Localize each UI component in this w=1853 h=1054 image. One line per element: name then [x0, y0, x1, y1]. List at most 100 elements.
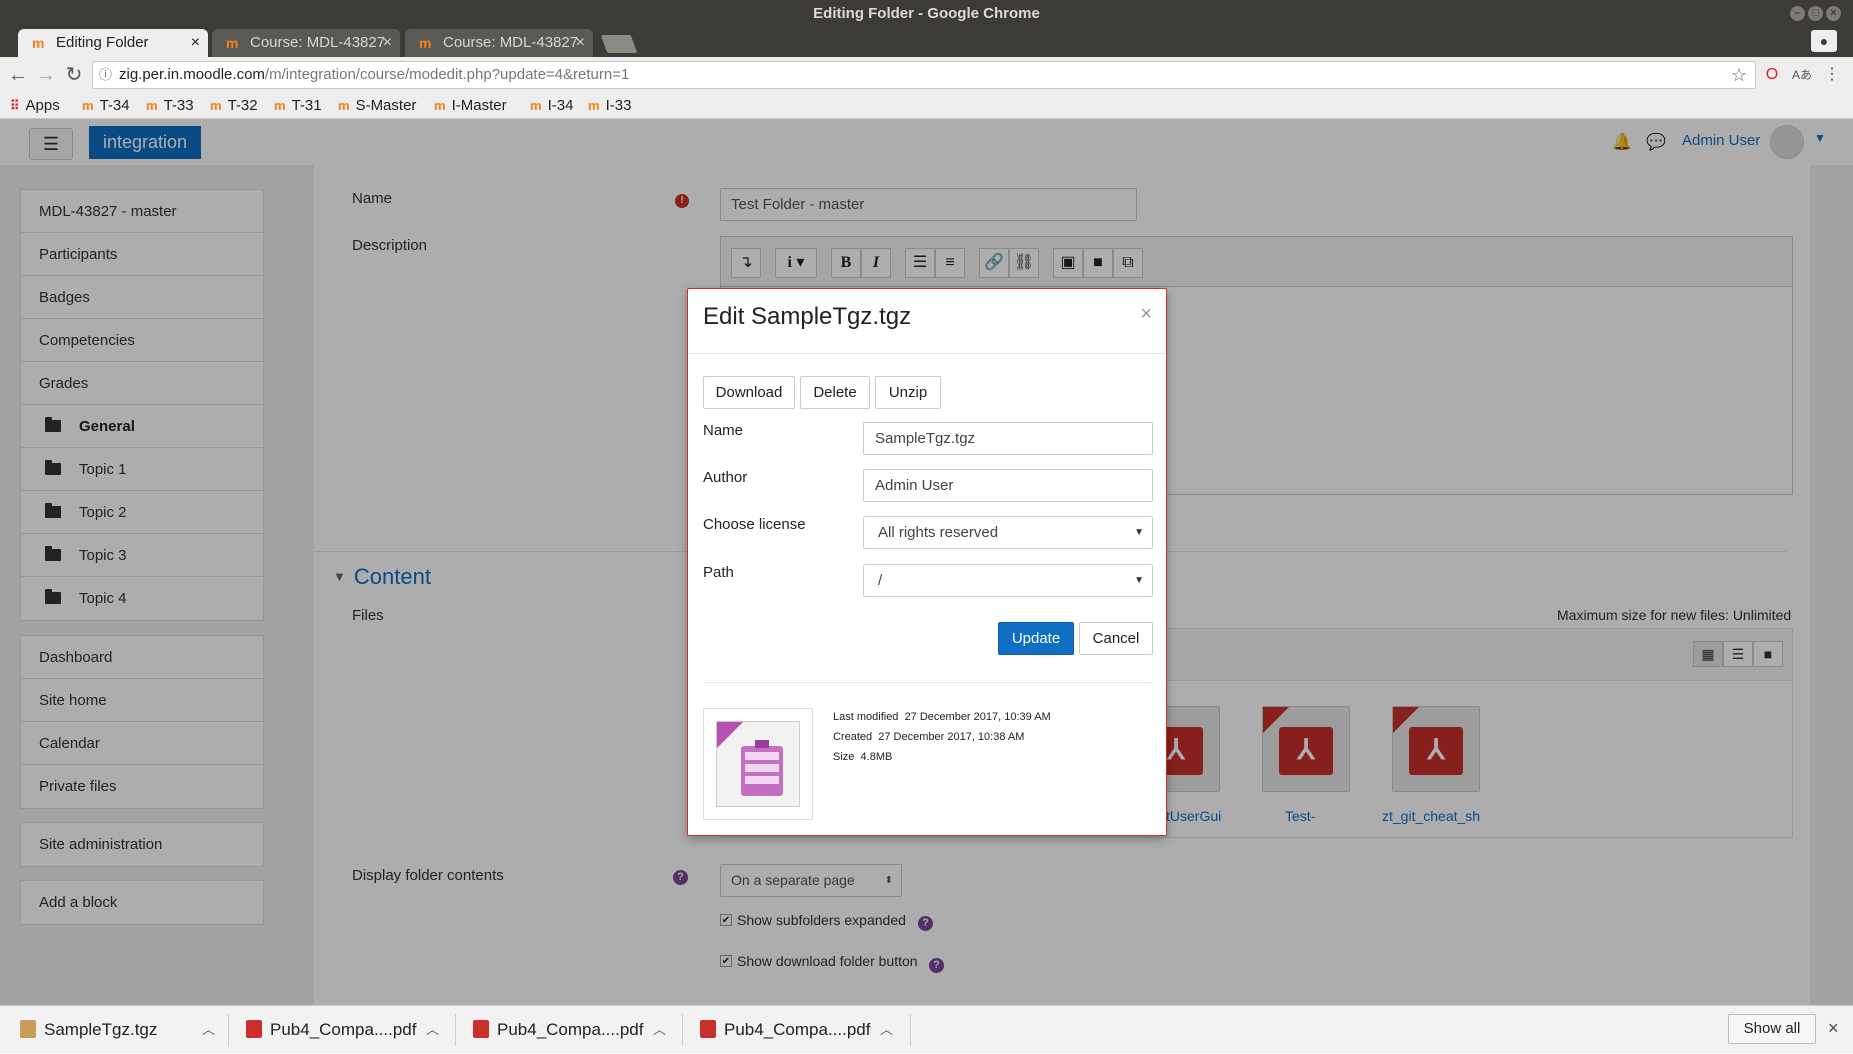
download-shelf: SampleTgz.tgz ︿ Pub4_Compa....pdf ︿ Pub4_C…: [0, 1005, 1853, 1053]
chevron-up-icon[interactable]: ︿: [202, 1006, 215, 1054]
download-separator: [682, 1014, 683, 1046]
author-input[interactable]: Admin User: [863, 469, 1153, 502]
bookmark-t34[interactable]: m T-34: [82, 95, 130, 117]
author-label: Author: [703, 469, 748, 486]
meta-value: 27 December 2017, 10:39 AM: [904, 711, 1051, 723]
select-value: All rights reserved: [878, 524, 999, 541]
license-select[interactable]: All rights reserved ▼: [863, 516, 1153, 549]
update-button[interactable]: Update: [998, 622, 1074, 655]
close-tab-icon[interactable]: ×: [191, 29, 200, 57]
chevron-up-icon[interactable]: ︿: [426, 1006, 439, 1054]
download-separator: [455, 1014, 456, 1046]
address-bar[interactable]: ⓘ zig.per.in.moodle.com/m/integration/co…: [92, 61, 1756, 89]
created-row: Created 27 December 2017, 10:38 AM: [833, 731, 1024, 743]
bookmark-label: Apps: [25, 97, 60, 114]
tab-course-2[interactable]: m Course: MDL-43827 ×: [405, 29, 593, 57]
download-item[interactable]: SampleTgz.tgz ︿: [20, 1006, 220, 1054]
bookmark-t32[interactable]: m T-32: [210, 95, 258, 117]
download-separator: [910, 1014, 911, 1046]
path-label: Path: [703, 564, 734, 581]
file-name-label: Name: [703, 422, 744, 439]
pdf-file-icon: [700, 1020, 716, 1038]
chevron-up-icon[interactable]: ︿: [880, 1006, 893, 1054]
forward-icon[interactable]: →: [34, 63, 58, 87]
tab-editing-folder[interactable]: m Editing Folder ×: [18, 29, 208, 57]
meta-label: Last modified: [833, 711, 899, 723]
profile-icon[interactable]: ●: [1811, 30, 1837, 52]
bookmark-t31[interactable]: m T-31: [274, 95, 322, 117]
path-select[interactable]: / ▼: [863, 564, 1153, 597]
download-button[interactable]: Download: [703, 376, 795, 409]
moodle-favicon-icon: m: [146, 98, 158, 113]
moodle-favicon-icon: m: [210, 98, 222, 113]
close-icon[interactable]: ×: [1140, 303, 1152, 326]
meta-label: Size: [833, 751, 855, 763]
close-window-icon[interactable]: ×: [1826, 6, 1841, 21]
moodle-favicon-icon: m: [588, 98, 600, 113]
moodle-favicon-icon: m: [274, 98, 286, 113]
reload-icon[interactable]: ↻: [62, 63, 86, 87]
dropdown-arrow-icon: ▼: [1134, 575, 1144, 586]
bookmark-label: I-34: [547, 97, 574, 114]
download-item[interactable]: Pub4_Compa....pdf ︿: [246, 1006, 446, 1054]
bookmark-label: I-Master: [451, 97, 507, 114]
tab-strip: m Editing Folder × m Course: MDL-43827 ×…: [0, 27, 1853, 57]
tab-course-1[interactable]: m Course: MDL-43827 ×: [212, 29, 400, 57]
show-all-downloads-button[interactable]: Show all: [1728, 1014, 1816, 1044]
download-name: Pub4_Compa....pdf: [497, 1020, 644, 1039]
dialog-divider: [688, 353, 1166, 354]
chrome-menu-icon[interactable]: ⋮: [1820, 63, 1844, 87]
size-row: Size 4.8MB: [833, 751, 892, 763]
maximize-icon[interactable]: □: [1808, 6, 1823, 21]
bookmark-i34[interactable]: m I-34: [530, 95, 573, 117]
bookmark-s-master[interactable]: m S-Master: [338, 95, 416, 117]
meta-value: 27 December 2017, 10:38 AM: [878, 731, 1025, 743]
bookmark-apps[interactable]: ⠿ Apps: [10, 95, 60, 117]
new-tab-button[interactable]: [600, 35, 638, 53]
opera-extension-icon[interactable]: O: [1760, 63, 1784, 87]
file-thumbnail: [703, 708, 813, 820]
archive-file-icon: [20, 1020, 36, 1038]
last-modified-row: Last modified 27 December 2017, 10:39 AM: [833, 711, 1051, 723]
bookmarks-bar: ⠿ Apps m T-34 m T-33 m T-32 m T-31 m S-Master …: [0, 93, 1853, 119]
download-item[interactable]: Pub4_Compa....pdf ︿: [473, 1006, 673, 1054]
bookmark-label: T-33: [163, 97, 194, 114]
delete-button[interactable]: Delete: [800, 376, 870, 409]
dialog-divider: [703, 682, 1153, 683]
window-titlebar: Editing Folder - Google Chrome – □ ×: [0, 0, 1853, 27]
translate-extension-icon[interactable]: Aあ: [1790, 63, 1814, 87]
chevron-up-icon[interactable]: ︿: [653, 1006, 666, 1054]
archive-icon: [716, 721, 800, 807]
site-info-icon[interactable]: ⓘ: [99, 62, 112, 88]
tab-label: Course: MDL-43827: [250, 34, 386, 51]
bookmark-label: S-Master: [355, 97, 417, 114]
file-name-input[interactable]: SampleTgz.tgz: [863, 422, 1153, 455]
close-shelf-icon[interactable]: ×: [1828, 1018, 1839, 1039]
bookmark-label: T-32: [227, 97, 258, 114]
back-icon[interactable]: ←: [6, 63, 30, 87]
pdf-file-icon: [246, 1020, 262, 1038]
license-label: Choose license: [703, 516, 806, 533]
moodle-favicon-icon: m: [530, 98, 542, 113]
download-separator: [228, 1014, 229, 1046]
moodle-favicon-icon: m: [434, 98, 446, 113]
unzip-button[interactable]: Unzip: [875, 376, 941, 409]
edit-file-dialog: Edit SampleTgz.tgz × Download Delete Unz…: [687, 288, 1167, 836]
bookmark-star-icon[interactable]: ☆: [1731, 62, 1747, 88]
minimize-icon[interactable]: –: [1790, 6, 1805, 21]
download-item[interactable]: Pub4_Compa....pdf ︿: [700, 1006, 900, 1054]
meta-label: Created: [833, 731, 873, 743]
cancel-button[interactable]: Cancel: [1079, 622, 1153, 655]
apps-grid-icon: ⠿: [10, 98, 20, 113]
bookmark-label: T-34: [99, 97, 130, 114]
bookmark-i-master[interactable]: m I-Master: [434, 95, 507, 117]
tab-label: Course: MDL-43827: [443, 34, 579, 51]
bookmark-i33[interactable]: m I-33: [588, 95, 631, 117]
pdf-file-icon: [473, 1020, 489, 1038]
download-name: SampleTgz.tgz: [44, 1020, 158, 1039]
close-tab-icon[interactable]: ×: [576, 29, 585, 57]
browser-toolbar: ← → ↻ ⓘ zig.per.in.moodle.com/m/integrat…: [0, 57, 1853, 93]
bookmark-t33[interactable]: m T-33: [146, 95, 194, 117]
download-name: Pub4_Compa....pdf: [270, 1020, 417, 1039]
close-tab-icon[interactable]: ×: [383, 29, 392, 57]
